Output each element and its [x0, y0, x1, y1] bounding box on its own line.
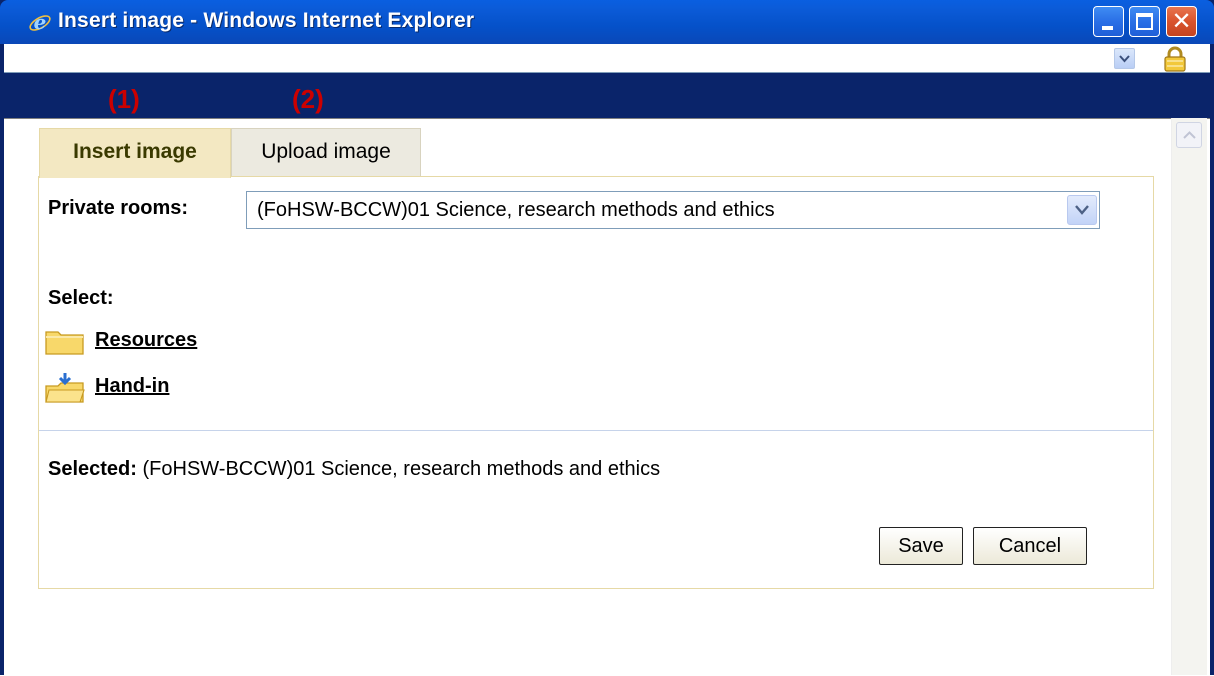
folder-icon: [45, 331, 84, 355]
address-bar: [4, 44, 1210, 73]
svg-text:e: e: [34, 11, 47, 34]
chevron-up-icon: [1183, 131, 1196, 139]
tab-insert-image[interactable]: Insert image: [39, 128, 231, 178]
annotation-2: (2): [292, 84, 324, 114]
select-label: Select:: [48, 287, 114, 309]
selected-label: Selected:: [48, 458, 137, 480]
save-button[interactable]: Save: [879, 527, 963, 565]
private-rooms-value: (FoHSW-BCCW)01 Science, research methods…: [257, 199, 775, 221]
hand-in-link[interactable]: Hand-in: [95, 375, 169, 398]
address-dropdown-button[interactable]: [1114, 48, 1135, 69]
maximize-button[interactable]: [1129, 6, 1160, 37]
private-rooms-select[interactable]: (FoHSW-BCCW)01 Science, research methods…: [246, 191, 1100, 229]
close-button[interactable]: ✕: [1166, 6, 1197, 37]
ie-icon: e: [29, 11, 51, 34]
selected-status: Selected: (FoHSW-BCCW)01 Science, resear…: [48, 458, 660, 481]
vertical-scrollbar[interactable]: [1171, 118, 1207, 675]
select-dropdown-button[interactable]: [1067, 195, 1097, 225]
resources-link[interactable]: Resources: [95, 329, 197, 352]
lock-icon[interactable]: [1160, 46, 1190, 72]
close-icon: ✕: [1171, 8, 1192, 35]
scroll-up-button[interactable]: [1176, 122, 1202, 148]
window-title: Insert image - Windows Internet Explorer: [58, 9, 475, 32]
private-rooms-label: Private rooms:: [48, 197, 189, 219]
panel-divider: [39, 430, 1153, 431]
selected-value: (FoHSW-BCCW)01 Science, research methods…: [142, 458, 661, 480]
chevron-down-icon: [1119, 55, 1130, 63]
minimize-button[interactable]: [1093, 6, 1124, 37]
tab-upload-image[interactable]: Upload image: [231, 128, 421, 176]
chevron-down-icon: [1075, 205, 1089, 215]
minimize-icon: [1102, 26, 1113, 30]
hand-in-folder-icon: [45, 373, 85, 403]
cancel-button[interactable]: Cancel: [973, 527, 1087, 565]
maximize-icon: [1136, 13, 1153, 30]
title-bar[interactable]: e Insert image - Windows Internet Explor…: [0, 0, 1214, 44]
annotation-1: (1): [108, 84, 140, 114]
